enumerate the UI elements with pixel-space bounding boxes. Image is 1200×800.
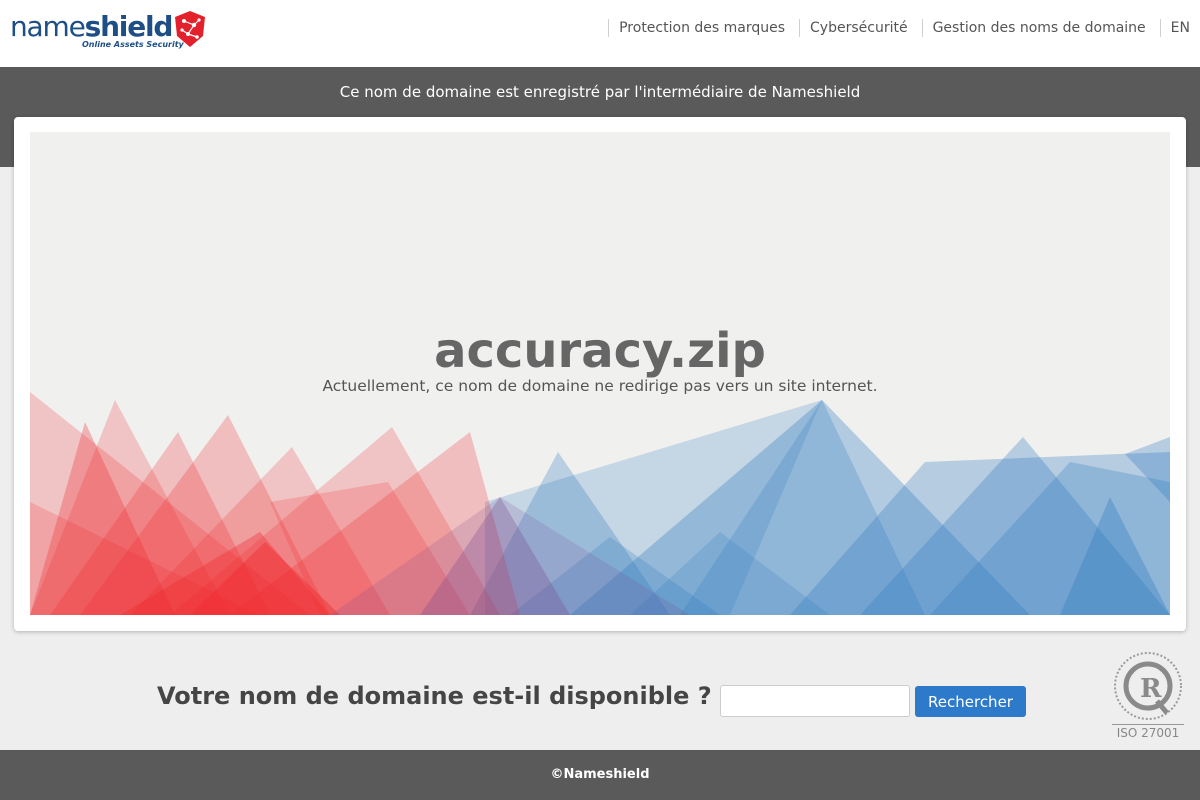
top-navigation: Protection des marques Cybersécurité Ges… (608, 19, 1190, 37)
domain-search-input[interactable] (720, 685, 910, 717)
nav-language-en[interactable]: EN (1159, 19, 1190, 37)
footer-copyright: ©Nameshield (550, 767, 650, 782)
domain-name-title: accuracy.zip (434, 323, 766, 379)
domain-status-text: Actuellement, ce nom de domaine ne redir… (322, 377, 878, 395)
logo-shield-part: shield (84, 10, 174, 43)
nav-cybersecurite[interactable]: Cybersécurité (799, 19, 922, 37)
logo-tagline: Online Assets Security (82, 40, 184, 49)
nameshield-logo[interactable]: nameshield Online Assets Security (10, 9, 210, 53)
hero-panel: accuracy.zip Actuellement, ce nom de dom… (30, 132, 1170, 615)
nav-gestion-noms-de-domaine[interactable]: Gestion des noms de domaine (921, 19, 1160, 37)
iso-27001-label: ISO 27001 (1112, 724, 1184, 740)
nav-protection-des-marques[interactable]: Protection des marques (608, 19, 799, 37)
search-button[interactable]: Rechercher (915, 686, 1026, 717)
domain-search-form: Votre nom de domaine est-il disponible ?… (0, 682, 1200, 722)
site-header: nameshield Online Assets Security Protec… (0, 0, 1200, 67)
banner-text: Ce nom de domaine est enregistré par l'i… (339, 83, 861, 101)
domain-card: accuracy.zip Actuellement, ce nom de dom… (14, 117, 1186, 631)
logo-name-part: name (10, 10, 86, 43)
svg-text:R: R (1140, 674, 1162, 704)
shield-emblem-icon (175, 11, 205, 47)
search-label: Votre nom de domaine est-il disponible ? (157, 682, 712, 710)
